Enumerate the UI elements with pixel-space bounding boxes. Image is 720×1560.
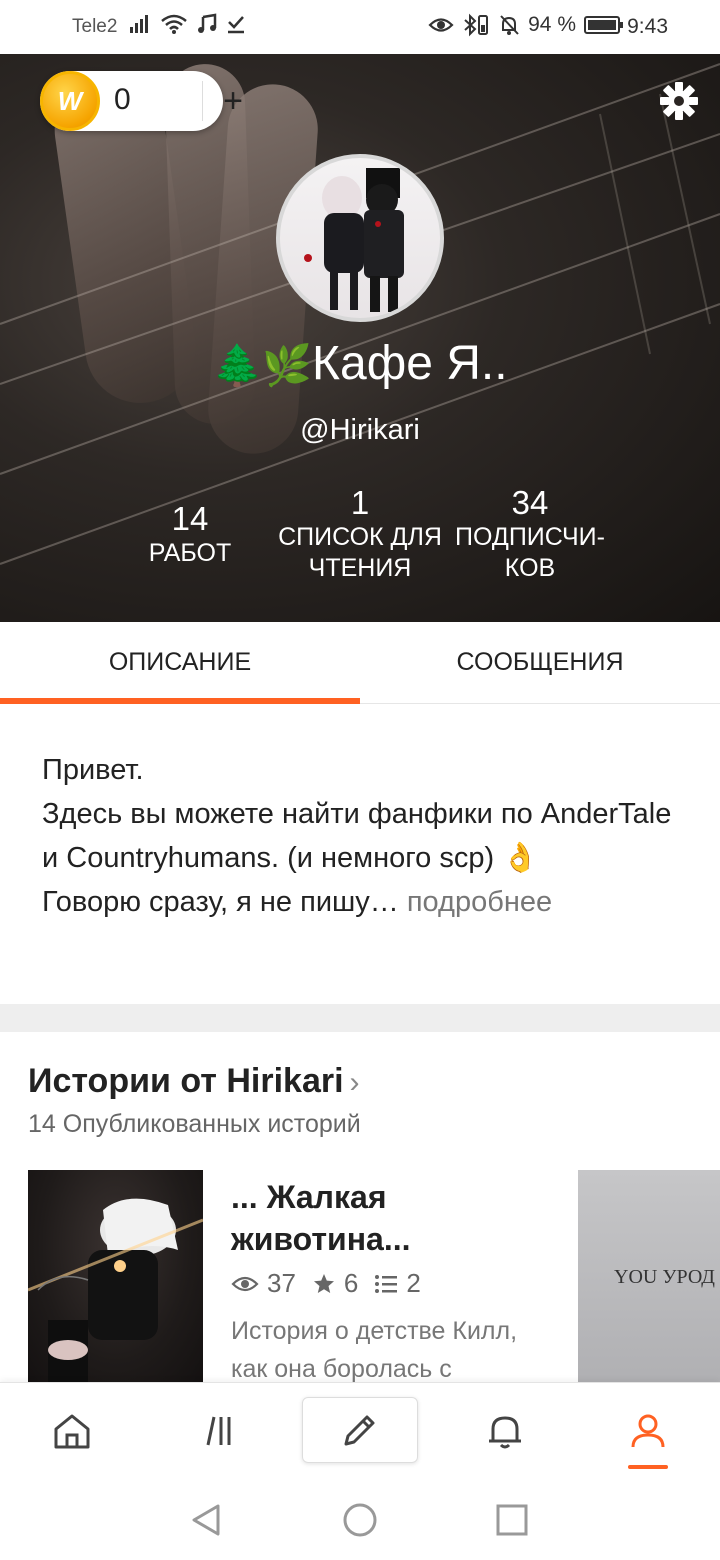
works-count: 14 <box>171 500 209 537</box>
gear-icon[interactable] <box>656 78 702 124</box>
stat-followers[interactable]: 34 ПОДПИСЧИ- КОВ <box>448 484 612 584</box>
coin-icon: W <box>40 71 100 131</box>
name-emoji: 🌲🌿 <box>212 344 313 388</box>
stories-count: 14 Опубликованных историй <box>28 1110 361 1138</box>
tab-about[interactable]: ОПИСАНИЕ <box>0 622 360 704</box>
avatar[interactable] <box>276 154 444 322</box>
list-icon <box>375 1274 398 1293</box>
battery-percent: 94 % <box>528 13 576 36</box>
coin-balance[interactable]: W 0 + <box>40 71 243 131</box>
description-ellipsis: … <box>369 886 399 918</box>
profile-header: W 0 + 🌲🌿Кафе Я.. @Hirikari 14 РАБОТ 1 СП… <box>0 54 720 622</box>
display-name: 🌲🌿Кафе Я.. <box>0 336 720 391</box>
download-done-icon <box>228 16 244 34</box>
stories-title: Истории от Hirikari <box>28 1062 344 1100</box>
nav-browse[interactable] <box>168 1383 268 1479</box>
tab-conversations[interactable]: СООБЩЕНИЯ <box>360 622 720 703</box>
stories-header[interactable]: Истории от Hirikari › <box>28 1062 360 1101</box>
next-story-cover[interactable]: YOU УРОД <box>578 1170 720 1382</box>
story-parts: 2 <box>406 1268 421 1298</box>
next-cover-text: YOU УРОД <box>614 1266 715 1288</box>
browse-icon <box>206 1416 231 1446</box>
active-indicator <box>628 1465 668 1469</box>
add-coins-button[interactable]: + <box>207 75 259 127</box>
carrier-label: Tele2 <box>72 16 118 37</box>
display-name-text: Кафе Я.. <box>312 337 508 390</box>
coin-count: 0 <box>114 83 131 116</box>
username-handle: @Hirikari <box>300 414 420 446</box>
wifi-icon <box>161 14 187 34</box>
battery-icon <box>584 16 623 34</box>
profile-tabs: ОПИСАНИЕ СООБЩЕНИЯ <box>0 622 720 704</box>
recents-icon[interactable] <box>492 1500 532 1540</box>
clock: 9:43 <box>627 15 668 38</box>
nav-notifications[interactable] <box>455 1383 555 1479</box>
back-icon[interactable] <box>186 1500 226 1540</box>
followers-label: ПОДПИСЧИ- КОВ <box>455 523 605 582</box>
nav-home[interactable] <box>22 1383 122 1479</box>
signal-icon <box>130 15 148 33</box>
home-icon <box>54 1414 90 1449</box>
section-divider <box>0 1004 720 1032</box>
stat-reading-lists[interactable]: 1 СПИСОК ДЛЯ ЧТЕНИЯ <box>270 484 450 584</box>
story-stats: 37 6 2 <box>231 1268 421 1299</box>
system-navigation <box>0 1478 720 1560</box>
mute-bell-icon <box>500 15 519 35</box>
bluetooth-battery-icon <box>464 13 489 37</box>
reading-lists-label: СПИСОК ДЛЯ ЧТЕНИЯ <box>278 523 442 582</box>
bottom-navigation <box>0 1382 720 1478</box>
music-icon <box>198 13 217 33</box>
eye-icon <box>231 1276 259 1291</box>
nav-profile[interactable] <box>598 1383 698 1479</box>
write-icon <box>344 1415 375 1446</box>
nav-write[interactable] <box>302 1397 418 1463</box>
description-text: Привет. Здесь вы можете найти фанфики по… <box>42 754 672 918</box>
reading-lists-count: 1 <box>350 484 370 521</box>
read-more-link[interactable]: подробнее <box>399 886 552 918</box>
eye-icon <box>428 18 454 32</box>
works-label: РАБОТ <box>148 539 232 567</box>
home-circle-icon[interactable] <box>340 1500 380 1540</box>
chevron-right-icon: › <box>349 1066 360 1099</box>
story-title[interactable]: ... Жалкая животина... <box>231 1176 561 1260</box>
stat-works[interactable]: 14 РАБОТ <box>130 500 250 569</box>
notifications-icon <box>489 1416 521 1449</box>
profile-description: Привет. Здесь вы можете найти фанфики по… <box>42 748 682 924</box>
story-votes: 6 <box>343 1268 359 1298</box>
story-description: История о детстве Килл, как она боролась… <box>231 1317 518 1383</box>
status-bar: Tele2 94 % 9:43 <box>0 0 720 54</box>
story-cover[interactable] <box>28 1170 203 1382</box>
profile-icon <box>631 1414 665 1448</box>
followers-count: 34 <box>511 484 549 521</box>
story-reads: 37 <box>267 1268 296 1298</box>
star-icon <box>313 1273 334 1293</box>
